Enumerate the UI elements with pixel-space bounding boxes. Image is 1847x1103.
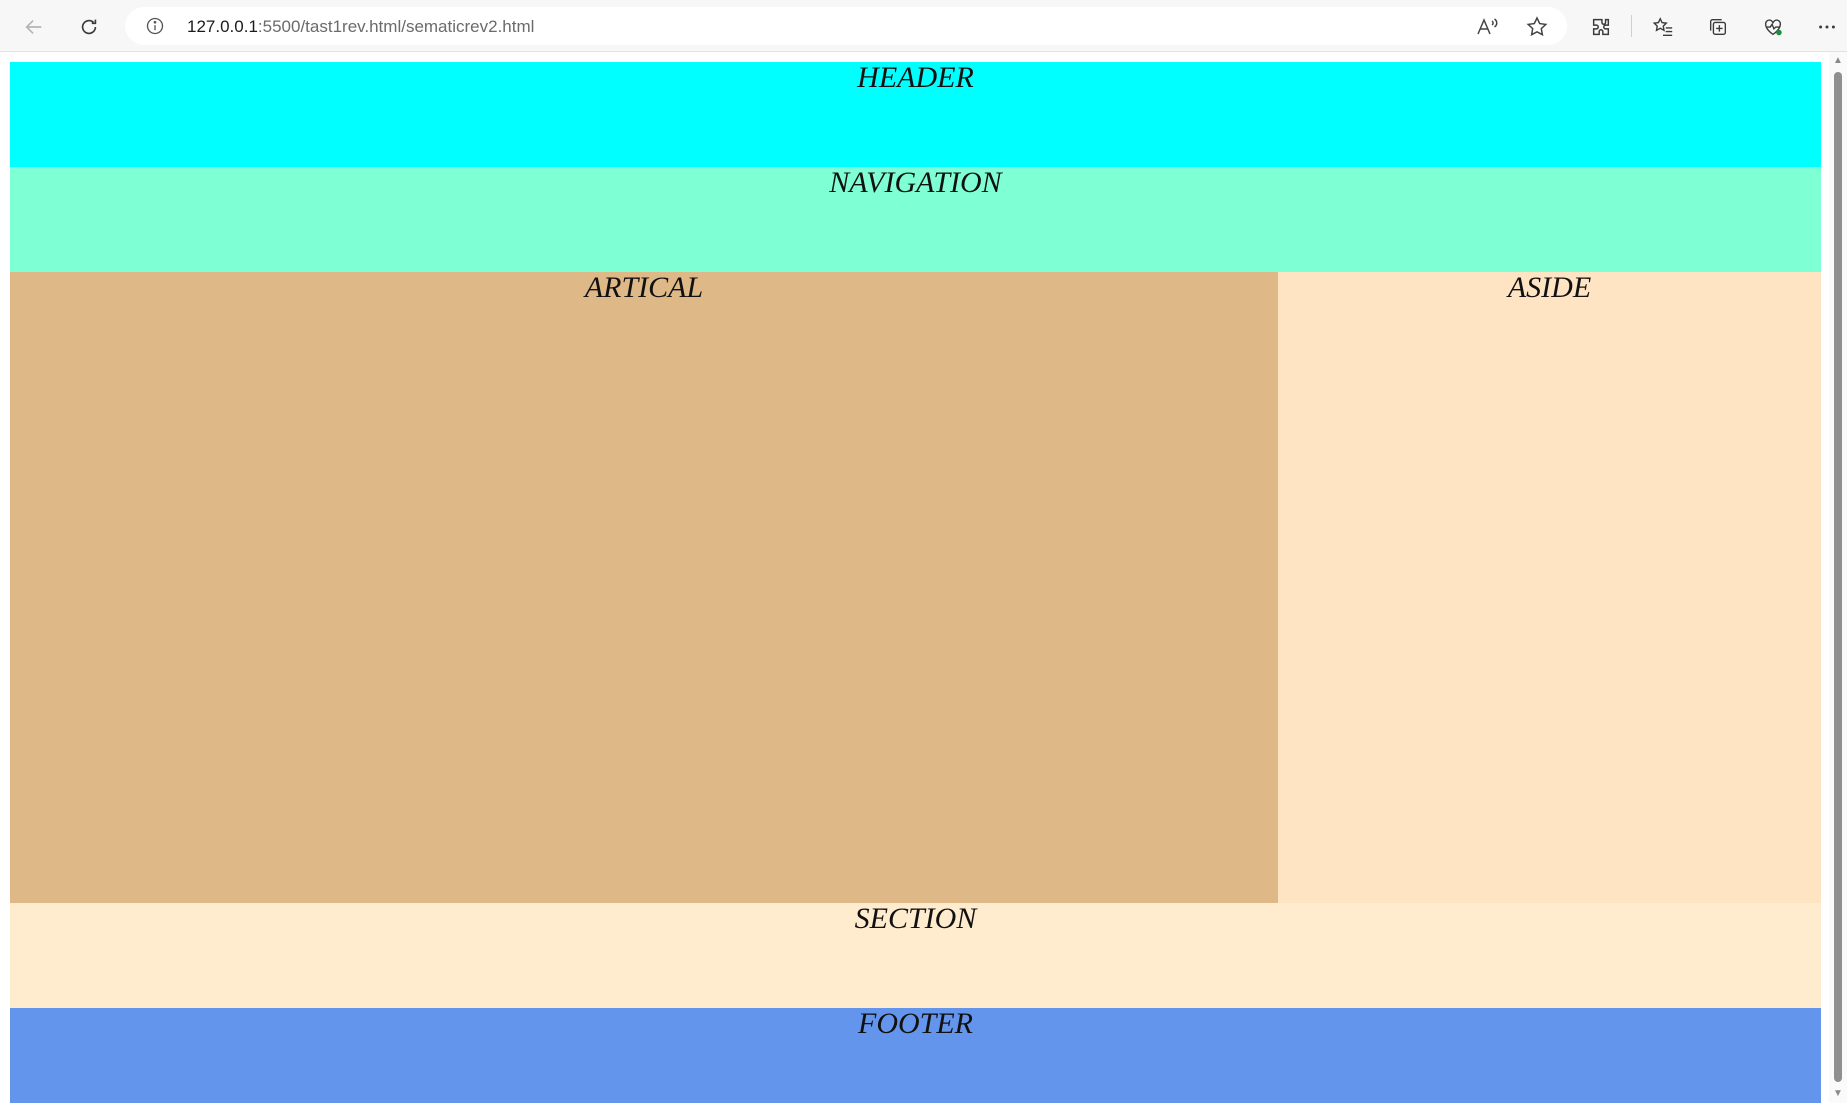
- url-text[interactable]: 127.0.0.1:5500/tast1rev.html/sematicrev2…: [187, 17, 534, 37]
- favorite-star-icon[interactable]: [1525, 15, 1549, 39]
- read-aloud-icon[interactable]: [1475, 15, 1499, 39]
- collections-icon[interactable]: [1701, 10, 1735, 44]
- browser-essentials-icon[interactable]: [1756, 10, 1790, 44]
- footer-label: FOOTER: [858, 1007, 973, 1040]
- aside-block: ASIDE: [1278, 272, 1821, 903]
- url-path: :5500/tast1rev.html/sematicrev2.html: [257, 17, 535, 36]
- header-label: HEADER: [857, 61, 974, 94]
- browser-toolbar: 127.0.0.1:5500/tast1rev.html/sematicrev2…: [0, 0, 1847, 52]
- favorites-list-icon[interactable]: [1646, 10, 1680, 44]
- address-bar[interactable]: 127.0.0.1:5500/tast1rev.html/sematicrev2…: [125, 7, 1567, 45]
- section-label: SECTION: [854, 902, 977, 935]
- footer-block: FOOTER: [10, 1008, 1821, 1103]
- navigation-block: NAVIGATION: [10, 167, 1821, 272]
- url-host: 127.0.0.1: [187, 17, 258, 36]
- scroll-up-arrow-icon[interactable]: ▲: [1833, 56, 1843, 66]
- scroll-down-arrow-icon[interactable]: ▼: [1833, 1089, 1843, 1099]
- back-arrow-icon[interactable]: [17, 10, 51, 44]
- header-block: HEADER: [10, 62, 1821, 167]
- vertical-scrollbar[interactable]: ▲ ▼: [1829, 52, 1847, 1103]
- article-label: ARTICAL: [584, 271, 704, 304]
- refresh-icon[interactable]: [72, 10, 106, 44]
- section-block: SECTION: [10, 903, 1821, 1008]
- toolbar-divider: [1631, 15, 1632, 37]
- extensions-icon[interactable]: [1584, 10, 1618, 44]
- info-icon[interactable]: [144, 15, 166, 37]
- page-content: HEADER NAVIGATION ARTICAL ASIDE SECTION …: [10, 62, 1821, 1103]
- navigation-label: NAVIGATION: [829, 166, 1002, 199]
- more-options-icon[interactable]: [1810, 10, 1844, 44]
- article-block: ARTICAL: [10, 272, 1278, 903]
- scrollbar-thumb[interactable]: [1834, 72, 1842, 1082]
- aside-label: ASIDE: [1507, 271, 1592, 304]
